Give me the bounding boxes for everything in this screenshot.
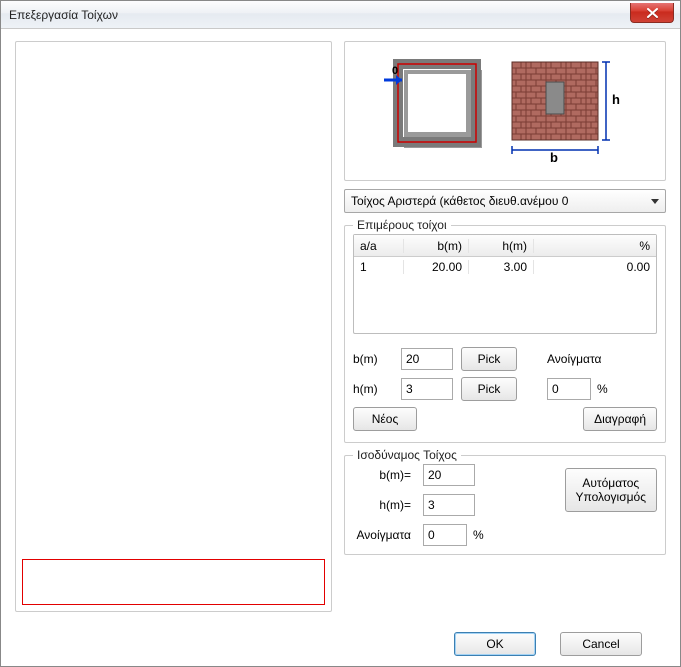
- eq-b-label: b(m)=: [353, 468, 413, 482]
- th-h: h(m): [469, 239, 534, 253]
- right-column: 0: [344, 41, 666, 612]
- table-header: a/a b(m) h(m) %: [354, 235, 656, 257]
- new-button[interactable]: Νέος: [353, 407, 417, 431]
- auto-calc-line2: Υπολογισμός: [576, 490, 647, 504]
- table-row[interactable]: 120.003.000.00: [354, 257, 656, 277]
- openings-unit: %: [597, 382, 608, 396]
- eq-b-input[interactable]: [423, 464, 475, 486]
- pick-h-button[interactable]: Pick: [461, 377, 517, 401]
- svg-text:b: b: [550, 150, 558, 165]
- dialog-footer: OK Cancel: [1, 622, 680, 666]
- origin-label: 0: [392, 65, 398, 77]
- b-input[interactable]: [401, 348, 453, 370]
- subwalls-title: Επιμέρους τοίχοι: [353, 218, 451, 232]
- pick-b-button[interactable]: Pick: [461, 347, 517, 371]
- cancel-button[interactable]: Cancel: [560, 632, 642, 656]
- svg-text:h: h: [612, 92, 620, 107]
- td-p: 0.00: [534, 260, 656, 274]
- eq-openings-input[interactable]: [423, 524, 467, 546]
- td-aa: 1: [354, 260, 404, 274]
- content-area: 0: [1, 29, 680, 622]
- td-h: 3.00: [469, 260, 534, 274]
- subwalls-group: Επιμέρους τοίχοι a/a b(m) h(m) % 120.003…: [344, 225, 666, 443]
- close-button[interactable]: [630, 3, 674, 23]
- equivalent-group: Ισοδύναμος Τοίχος b(m)= Αυτόματος Υπολογ…: [344, 455, 666, 555]
- plan-icon: 0: [384, 56, 494, 166]
- dropdown-selected: Τοίχος Αριστερά (κάθετος διευθ.ανέμου 0: [351, 194, 568, 208]
- chevron-down-icon: [651, 199, 659, 204]
- eq-h-input[interactable]: [423, 494, 475, 516]
- eq-openings-unit: %: [473, 528, 484, 542]
- wall-side-dropdown[interactable]: Τοίχος Αριστερά (κάθετος διευθ.ανέμου 0: [344, 189, 666, 213]
- titlebar: Επεξεργασία Τοίχων: [1, 1, 680, 29]
- left-column: [15, 41, 332, 612]
- openings-label: Ανοίγματα: [547, 352, 602, 366]
- dialog-window: Επεξεργασία Τοίχων 0: [0, 0, 681, 667]
- td-b: 20.00: [404, 260, 469, 274]
- auto-calc-button[interactable]: Αυτόματος Υπολογισμός: [565, 468, 658, 512]
- subwalls-table[interactable]: a/a b(m) h(m) % 120.003.000.00: [353, 234, 657, 334]
- wall-illustration: 0: [344, 41, 666, 181]
- equivalent-title: Ισοδύναμος Τοίχος: [353, 448, 461, 462]
- auto-calc-line1: Αυτόματος: [582, 476, 639, 490]
- selection-rect: [22, 559, 325, 605]
- openings-input[interactable]: [547, 378, 591, 400]
- th-aa: a/a: [354, 239, 404, 253]
- elevation-icon: h b: [506, 56, 626, 166]
- h-label: h(m): [353, 382, 393, 396]
- eq-h-label: h(m)=: [353, 498, 413, 512]
- th-b: b(m): [404, 239, 469, 253]
- delete-button[interactable]: Διαγραφή: [583, 407, 657, 431]
- table-body: 120.003.000.00: [354, 257, 656, 333]
- th-p: %: [534, 239, 656, 253]
- ok-button[interactable]: OK: [454, 632, 536, 656]
- b-label: b(m): [353, 352, 393, 366]
- close-icon: [647, 8, 658, 18]
- h-input[interactable]: [401, 378, 453, 400]
- canvas-preview[interactable]: [15, 41, 332, 612]
- eq-openings-label: Ανοίγματα: [353, 528, 413, 542]
- window-title: Επεξεργασία Τοίχων: [9, 8, 118, 22]
